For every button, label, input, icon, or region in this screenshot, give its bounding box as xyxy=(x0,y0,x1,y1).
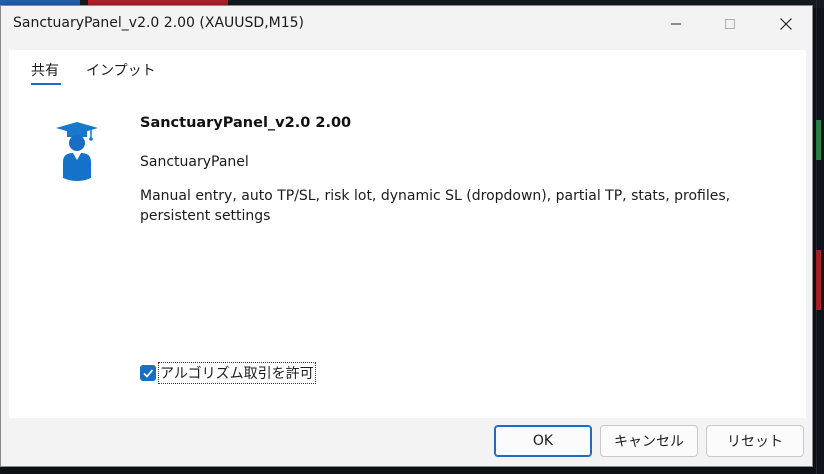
program-author: SanctuaryPanel xyxy=(140,154,249,170)
dialog-content: 共有 インプット SanctuaryPanel_v2.0 2.00 Sanctu… xyxy=(9,50,806,418)
window-title: SanctuaryPanel_v2.0 2.00 (XAUUSD,M15) xyxy=(13,15,305,31)
tab-common[interactable]: 共有 xyxy=(31,60,59,80)
reset-button[interactable]: リセット xyxy=(706,425,804,457)
graduate-icon xyxy=(53,120,101,184)
chart-gridline xyxy=(816,0,817,474)
chart-candle xyxy=(816,250,821,310)
ok-button[interactable]: OK xyxy=(494,425,592,457)
maximize-button xyxy=(702,6,758,42)
checkmark-icon xyxy=(143,369,154,378)
chart-candle xyxy=(816,120,821,160)
minimize-icon xyxy=(671,23,681,25)
allow-algo-trading-label[interactable]: アルゴリズム取引を許可 xyxy=(158,362,316,384)
program-description: Manual entry, auto TP/SL, risk lot, dyna… xyxy=(140,188,731,224)
tab-inputs[interactable]: インプット xyxy=(86,60,156,80)
properties-dialog: SanctuaryPanel_v2.0 2.00 (XAUUSD,M15) 共有… xyxy=(0,5,813,467)
title-bar[interactable]: SanctuaryPanel_v2.0 2.00 (XAUUSD,M15) xyxy=(1,6,812,42)
allow-algo-trading-checkbox[interactable] xyxy=(140,365,156,381)
active-tab-indicator xyxy=(31,83,61,85)
close-icon xyxy=(780,18,792,30)
maximize-icon xyxy=(725,19,735,29)
allow-algo-trading-option[interactable]: アルゴリズム取引を許可 xyxy=(140,362,316,384)
minimize-button[interactable] xyxy=(648,6,704,42)
close-button[interactable] xyxy=(758,6,814,42)
program-name: SanctuaryPanel_v2.0 2.00 xyxy=(140,115,352,131)
cancel-button[interactable]: キャンセル xyxy=(600,425,698,457)
